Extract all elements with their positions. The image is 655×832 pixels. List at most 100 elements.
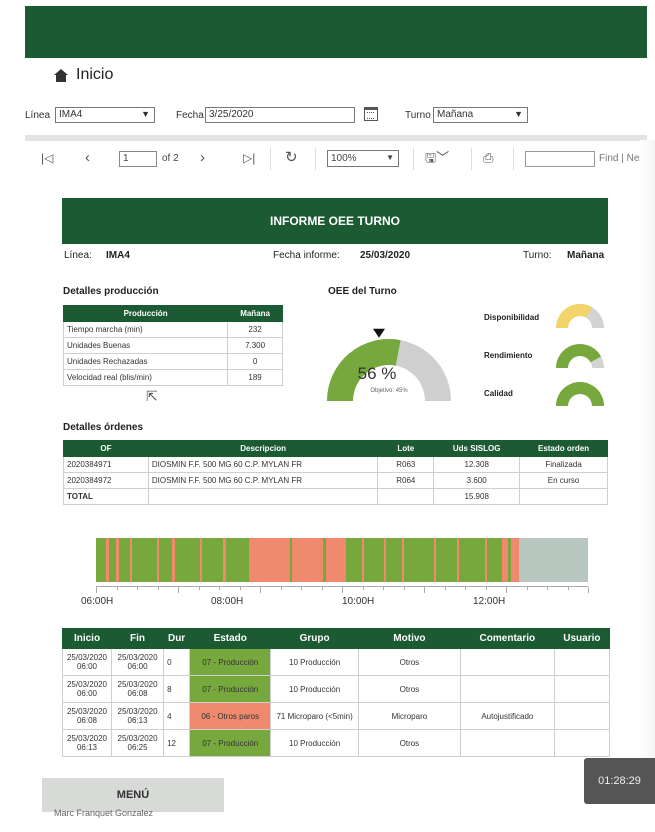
- linea-select-value: IMA4: [59, 109, 83, 120]
- axis-tick: [424, 587, 425, 593]
- calidad-gauge: 100 %: [556, 381, 604, 406]
- table-row: 25/03/2020 06:00 25/03/2020 06:08 8 07 - Pr…: [62, 675, 611, 703]
- manana-header: Mañana: [227, 305, 283, 322]
- axis-tick: [301, 587, 302, 590]
- app-top-bar: [25, 6, 647, 58]
- zoom-value: 100%: [331, 153, 357, 164]
- gauge-value-label: 67 %: [573, 321, 587, 327]
- turno-select-value: Mañana: [437, 109, 474, 120]
- menu-button[interactable]: MENÚ: [42, 778, 224, 812]
- prod-metric: Unidades Rechazadas: [62, 353, 229, 370]
- timeline-segment-produccion: [458, 538, 485, 582]
- toolbar-divider: [513, 148, 514, 170]
- table-row: 25/03/2020 06:00 25/03/2020 06:00 0 07 - Pr…: [62, 648, 611, 676]
- comentario-cell: [459, 729, 555, 757]
- oee-gauge: 56 % Objetivo: 45%: [327, 328, 451, 401]
- turno-select[interactable]: Mañana ▼: [433, 107, 528, 123]
- uds-cell: 12.308: [433, 456, 521, 473]
- dur-header: Dur: [163, 628, 191, 649]
- refresh-icon[interactable]: ↻: [285, 149, 298, 167]
- info-turno-label: Turno:: [523, 250, 552, 261]
- timeline-segment-sin_datos: [518, 538, 588, 582]
- table-row: 2020384972 DIOSMIN F.F. 500 MG 60 C.P. M…: [63, 472, 608, 489]
- timeline-segment-produccion: [436, 538, 457, 582]
- axis-tick: [526, 587, 528, 590]
- motivo-cell: Microparo: [357, 702, 461, 730]
- toolbar-divider: [413, 148, 414, 170]
- timeline-segment-produccion: [346, 538, 362, 582]
- linea-label: Línea: [25, 110, 51, 121]
- linea-select[interactable]: IMA4 ▼: [55, 107, 155, 123]
- axis-tick: [342, 587, 343, 593]
- fin-header: Fin: [110, 628, 165, 649]
- page-number-input[interactable]: 1: [119, 151, 157, 167]
- estado-cell: 07 - Producción: [189, 675, 272, 703]
- comentario-cell: [459, 675, 555, 703]
- axis-label-0800: 08:00H: [211, 596, 244, 607]
- first-page-icon[interactable]: |◁: [41, 149, 53, 167]
- shift-timeline: [96, 538, 588, 582]
- timeline-segment-produccion: [386, 538, 402, 582]
- save-icon[interactable]: 🖫﹀: [425, 149, 449, 167]
- empty-cell: [377, 488, 435, 505]
- print-icon[interactable]: ⎙: [483, 149, 493, 167]
- axis-tick: [280, 587, 282, 590]
- usuario-cell: [553, 675, 611, 703]
- info-fecha-value: 25/03/2020: [360, 250, 411, 261]
- report-viewer-toolbar: |◁ ‹ 1 of 2 › ▷| ↻ 100% ▼ 🖫﹀ ⎙ Find | Ne…: [25, 146, 650, 172]
- fecha-input[interactable]: 3/25/2020: [205, 107, 355, 123]
- motivo-header: Motivo: [357, 628, 461, 649]
- axis-tick: [178, 587, 179, 593]
- info-fecha-label: Fecha informe:: [273, 250, 340, 261]
- calidad-label: Calidad: [484, 389, 513, 398]
- timeline-segment-produccion: [118, 538, 130, 582]
- author-name: Marc Franquet Gonzalez: [54, 808, 154, 818]
- axis-label-0600: 06:00H: [81, 596, 114, 607]
- total-row: TOTAL 15.908: [63, 488, 608, 505]
- oee-section-title: OEE del Turno: [328, 286, 397, 297]
- axis-tick: [403, 587, 405, 590]
- last-page-icon[interactable]: ▷|: [243, 149, 255, 167]
- estado-cell: 06 - Otros paros: [189, 702, 272, 730]
- find-input[interactable]: [525, 151, 595, 167]
- toolbar-divider: [270, 148, 271, 170]
- prod-value: 7.300: [227, 337, 283, 354]
- zoom-select[interactable]: 100% ▼: [327, 150, 399, 167]
- table-row: 2020384971 DIOSMIN F.F. 500 MG 60 C.P. M…: [63, 456, 608, 473]
- motivo-cell: Otros: [357, 675, 461, 703]
- table-row: 25/03/2020 06:13 25/03/2020 06:25 12 07 - P…: [62, 729, 611, 757]
- axis-tick: [465, 587, 466, 590]
- inicio-cell: 25/03/2020 06:00: [62, 648, 112, 676]
- fin-cell: 25/03/2020 06:00: [110, 648, 165, 676]
- axis-tick: [321, 587, 323, 590]
- table-row: Tiempo marcha (min) 232: [62, 321, 283, 338]
- dur-cell: 12: [163, 729, 191, 757]
- report-title: INFORME OEE TURNO: [62, 198, 608, 244]
- timeline-segment-produccion: [403, 538, 435, 582]
- chevron-down-icon: ▼: [514, 109, 523, 119]
- table-row: Velocidad real (blis/min) 189: [62, 369, 283, 386]
- axis-tick: [362, 587, 364, 590]
- motivo-cell: Otros: [357, 729, 461, 757]
- timeline-segment-produccion: [131, 538, 158, 582]
- rendimiento-gauge: 84 %: [556, 343, 604, 368]
- axis-tick: [219, 587, 220, 590]
- total-value: 15.908: [433, 488, 521, 505]
- estado-cell: En curso: [519, 472, 608, 489]
- grupo-cell: 10 Producción: [270, 648, 359, 676]
- calendar-icon[interactable]: [364, 107, 378, 121]
- next-page-icon[interactable]: ›: [200, 149, 205, 167]
- report-page: INFORME OEE TURNO Línea: IMA4 Fecha info…: [62, 198, 608, 268]
- toolbar-divider: [471, 148, 472, 170]
- timer-badge: 01:28:29: [584, 758, 655, 804]
- fecha-label: Fecha: [176, 110, 204, 121]
- axis-tick: [383, 587, 384, 590]
- previous-page-icon[interactable]: ‹: [85, 149, 90, 167]
- home-icon[interactable]: [54, 68, 68, 82]
- table-row: 25/03/2020 06:08 25/03/2020 06:13 4 06 - Ot…: [62, 702, 611, 730]
- lote-cell: R064: [377, 472, 435, 489]
- inicio-cell: 25/03/2020 06:08: [62, 702, 112, 730]
- prod-metric: Tiempo marcha (min): [62, 321, 229, 338]
- axis-label-1200: 12:00H: [473, 596, 506, 607]
- table-row: Unidades Rechazadas 0: [62, 353, 283, 370]
